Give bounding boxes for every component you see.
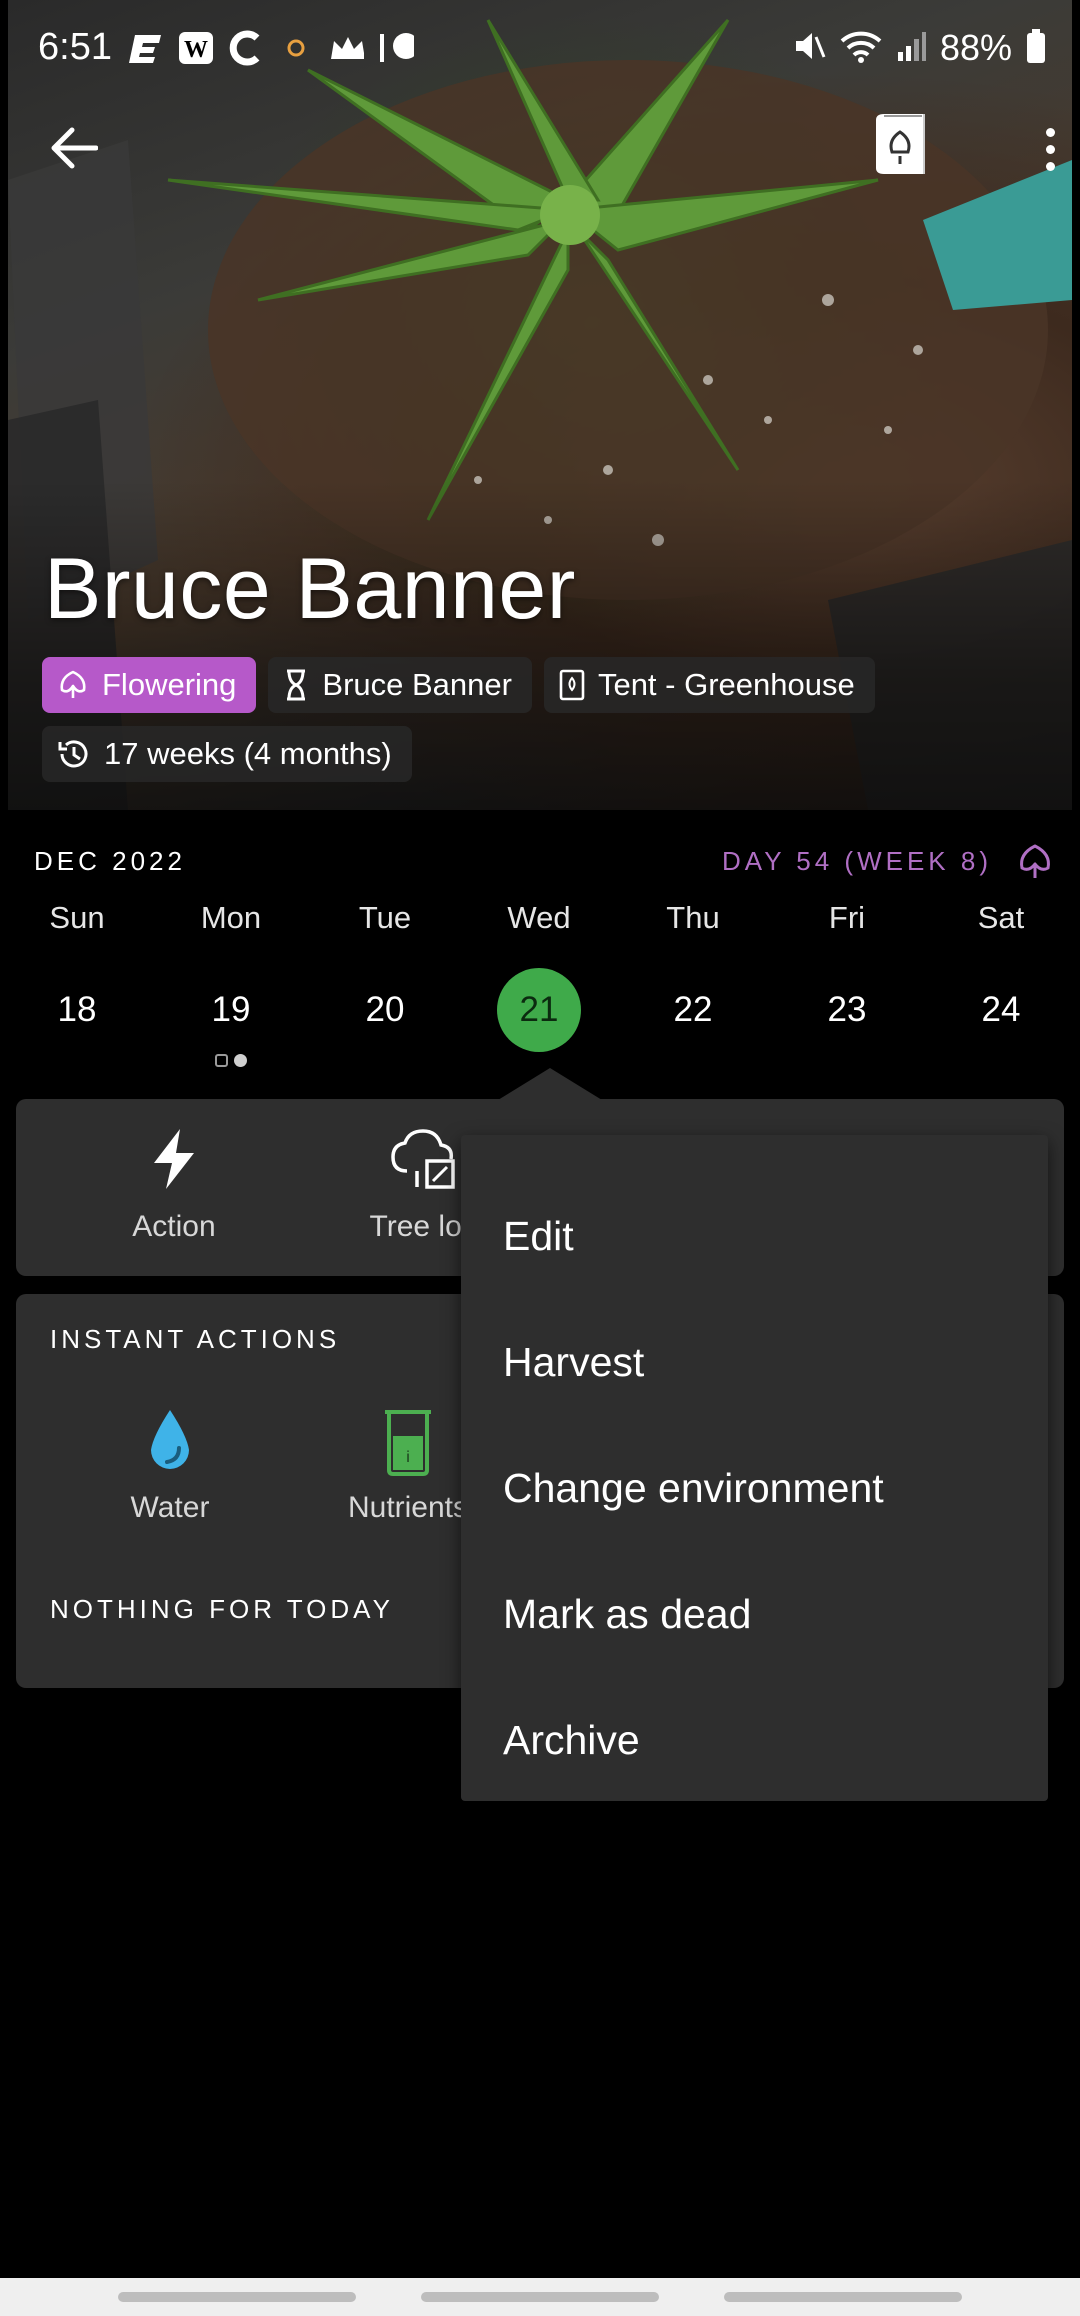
day-date: 24 — [981, 990, 1021, 1029]
age-chips: 17 weeks (4 months) — [42, 726, 412, 782]
day-tue[interactable]: Tue 20 — [308, 900, 462, 1052]
flowering-stage-icon — [1020, 844, 1050, 878]
day-name: Sat — [977, 900, 1025, 935]
day-name: Thu — [666, 900, 720, 935]
tent-icon — [559, 669, 585, 701]
menu-item-edit[interactable]: Edit — [461, 1173, 1048, 1299]
environment-chip[interactable]: Tent - Greenhouse — [543, 657, 875, 713]
home-handle[interactable] — [421, 2292, 659, 2302]
stage-chip[interactable]: Flowering — [42, 657, 257, 713]
signal-icon — [896, 30, 926, 67]
day-name: Fri — [828, 900, 866, 935]
strain-chip[interactable]: Bruce Banner — [268, 657, 532, 713]
sun-icon — [278, 30, 314, 66]
age-chip-label: 17 weeks (4 months) — [104, 736, 392, 771]
selected-day-date: 21 — [497, 968, 581, 1052]
nothing-for-today: NOTHING FOR TODAY — [50, 1594, 394, 1624]
mute-icon — [792, 29, 826, 68]
status-time: 6:51 — [38, 26, 112, 68]
bolt-icon — [154, 1129, 194, 1189]
day-wed[interactable]: Wed 21 — [462, 900, 616, 1052]
day-name: Tue — [358, 900, 412, 935]
plant-chips: Flowering Bruce Banner Tent - Greenhouse — [42, 657, 875, 713]
strain-chip-label: Bruce Banner — [322, 667, 512, 702]
calendar-month: DEC 2022 — [34, 846, 186, 876]
c-icon — [228, 30, 264, 66]
svg-text:i: i — [406, 1449, 410, 1466]
instant-actions-title: INSTANT ACTIONS — [50, 1324, 341, 1354]
arrow-back-icon — [51, 127, 98, 169]
menu-item-mark-as-dead[interactable]: Mark as dead — [461, 1551, 1048, 1677]
stage-chip-label: Flowering — [102, 667, 237, 702]
system-nav-bar — [0, 2278, 1080, 2316]
environment-chip-label: Tent - Greenhouse — [597, 667, 855, 702]
day-date: 20 — [365, 990, 405, 1029]
nutrients-beaker-icon: i — [385, 1410, 431, 1476]
day-mon[interactable]: Mon 19 — [154, 900, 308, 1067]
hourglass-icon — [287, 669, 306, 701]
plant-tag-icon — [876, 114, 925, 174]
more-vert-icon — [1045, 127, 1055, 171]
action-label: Action — [132, 1210, 216, 1243]
menu-item-archive[interactable]: Archive — [461, 1677, 1048, 1803]
day-name: Mon — [200, 900, 262, 935]
day-sun[interactable]: Sun 18 — [0, 900, 154, 1052]
status-bar: 6:51 W 88% — [0, 0, 1080, 96]
history-icon — [58, 740, 88, 768]
day-date: 18 — [57, 990, 97, 1029]
day-event-indicators — [154, 1054, 308, 1067]
plant-tag-button[interactable] — [868, 110, 934, 182]
more-options-button[interactable] — [1030, 116, 1070, 182]
age-chip: 17 weeks (4 months) — [42, 726, 412, 782]
menu-item-change-environment[interactable]: Change environment — [461, 1425, 1048, 1551]
day-thu[interactable]: Thu 22 — [616, 900, 770, 1052]
selected-day-pointer — [498, 1068, 602, 1100]
battery-icon — [1026, 28, 1046, 69]
action-button[interactable]: Action — [84, 1127, 264, 1244]
week-strip: Sun 18 Mon 19 Tue 20 Wed 21 Thu 22 Fri 2… — [0, 900, 1080, 1067]
water-button[interactable]: Water — [80, 1408, 260, 1525]
water-label: Water — [130, 1491, 210, 1524]
battery-percent: 88% — [939, 27, 1012, 68]
day-date: 23 — [827, 990, 867, 1029]
recents-handle[interactable] — [118, 2292, 356, 2302]
day-date: 22 — [673, 990, 713, 1029]
water-drop-icon — [151, 1410, 189, 1469]
calendar-header: DEC 2022 DAY 54 (WEEK 8) — [34, 842, 1054, 882]
overflow-menu: Edit Harvest Change environment Mark as … — [461, 1135, 1048, 1801]
day-fri[interactable]: Fri 23 — [770, 900, 924, 1052]
back-handle[interactable] — [724, 2292, 962, 2302]
tree-log-icon — [391, 1129, 455, 1189]
wifi-icon — [840, 29, 882, 68]
day-date: 19 — [211, 990, 251, 1029]
espn-icon — [128, 30, 164, 66]
calendar-day-info: DAY 54 (WEEK 8) — [722, 846, 992, 876]
flowering-icon — [60, 670, 86, 698]
day-sat[interactable]: Sat 24 — [924, 900, 1078, 1052]
day-name: Wed — [507, 900, 571, 935]
crown-icon — [328, 30, 364, 66]
day-name: Sun — [49, 900, 105, 935]
wapo-icon: W — [178, 30, 214, 66]
menu-item-harvest[interactable]: Harvest — [461, 1299, 1048, 1425]
dot-icon — [378, 30, 414, 66]
svg-text:W: W — [184, 37, 208, 63]
back-button[interactable] — [44, 118, 104, 178]
plant-title: Bruce Banner — [44, 541, 576, 637]
